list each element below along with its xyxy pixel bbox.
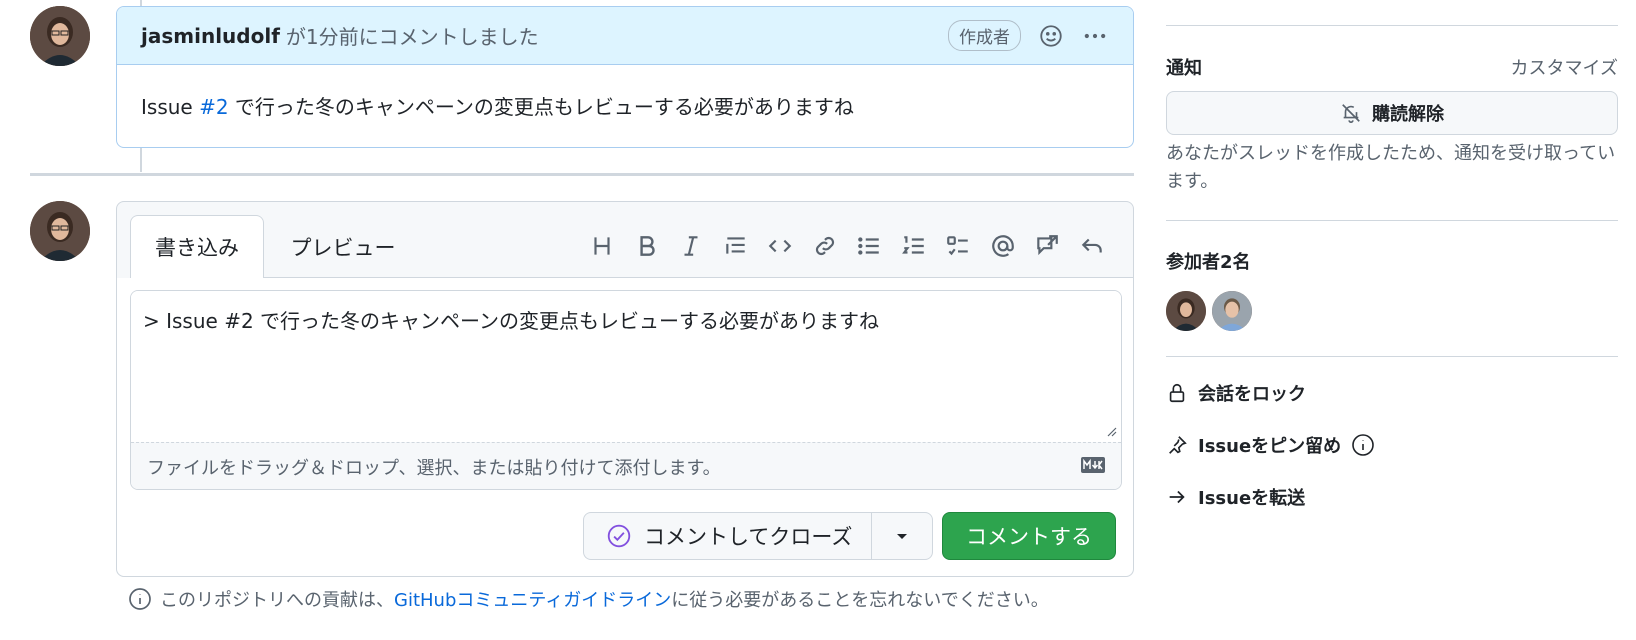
comment-card: jasminludolf が1分前にコメントしました 作成者 Issue #2 … xyxy=(116,6,1134,148)
comment-body: Issue #2 で行った冬のキャンペーンの変更点もレビューする必要がありますね xyxy=(117,65,1133,146)
check-circle-icon xyxy=(607,524,631,548)
lock-conversation[interactable]: 会話をロック xyxy=(1166,380,1306,406)
transfer-issue[interactable]: Issueを転送 xyxy=(1166,484,1305,510)
notification-reason: あなたがスレッドを作成したため、通知を受け取っています。 xyxy=(1166,143,1616,192)
transfer-label: Issueを転送 xyxy=(1198,488,1306,509)
participants-title: 参加者2名 xyxy=(1166,252,1251,273)
unsubscribe-button[interactable]: 購読解除 xyxy=(1166,91,1618,135)
lock-icon xyxy=(1169,383,1185,403)
reply-icon[interactable] xyxy=(1070,228,1115,264)
customize-link[interactable]: カスタマイズ xyxy=(1511,54,1618,80)
author-badge: 作成者 xyxy=(948,20,1021,51)
close-with-comment-button[interactable]: コメントしてクローズ xyxy=(583,512,871,560)
guideline-link[interactable]: GitHubコミュニティガイドライン xyxy=(394,590,671,611)
reference-icon[interactable] xyxy=(1025,228,1070,264)
link-icon[interactable] xyxy=(803,228,848,264)
unsubscribe-label: 購読解除 xyxy=(1372,104,1444,125)
avatar-image xyxy=(1166,291,1206,331)
markdown-icon[interactable] xyxy=(1081,456,1105,478)
comment-timestamp: が1分前にコメントしました xyxy=(285,25,539,49)
numbered-list-icon[interactable] xyxy=(892,228,937,264)
tab-write[interactable]: 書き込み xyxy=(130,215,264,278)
avatar-image xyxy=(30,6,90,66)
guideline-prefix: このリポジトリへの貢献は、 xyxy=(160,590,394,611)
attach-bar[interactable]: ファイルをドラッグ＆ドロップ、選択、または貼り付けて添付します。 xyxy=(131,442,1121,489)
bullet-list-icon[interactable] xyxy=(847,228,892,264)
italic-icon[interactable] xyxy=(669,228,714,264)
sidebar-divider xyxy=(1166,25,1618,26)
comment-header: jasminludolf が1分前にコメントしました 作成者 xyxy=(117,7,1133,65)
guideline-note: このリポジトリへの貢献は、GitHubコミュニティガイドラインに従う必要があるこ… xyxy=(128,586,1049,612)
avatar[interactable] xyxy=(30,6,90,66)
sidebar-divider xyxy=(1166,356,1618,357)
more-options-icon[interactable] xyxy=(1081,22,1109,50)
pin-issue[interactable]: Issueをピン留め xyxy=(1166,432,1375,458)
resize-grip-icon[interactable] xyxy=(1105,425,1117,437)
participant-avatar[interactable] xyxy=(1166,291,1206,331)
bell-slash-icon xyxy=(1342,104,1360,123)
info-icon[interactable] xyxy=(1351,433,1375,457)
comment-author[interactable]: jasminludolf xyxy=(141,24,280,48)
close-options-button[interactable] xyxy=(871,512,933,560)
caret-down-icon xyxy=(897,534,907,539)
bold-icon[interactable] xyxy=(625,228,670,264)
avatar[interactable] xyxy=(30,201,90,261)
attach-hint: ファイルをドラッグ＆ドロップ、選択、または貼り付けて添付します。 xyxy=(147,458,721,479)
markdown-toolbar xyxy=(580,228,1114,264)
close-button-label: コメントしてクローズ xyxy=(644,525,853,549)
quote-icon[interactable] xyxy=(714,228,759,264)
info-icon xyxy=(129,588,151,610)
timeline-separator xyxy=(30,173,1134,176)
issue-ref-link[interactable]: #2 xyxy=(199,95,228,119)
mention-icon[interactable] xyxy=(981,228,1026,264)
notifications-title: 通知 xyxy=(1166,58,1202,79)
guideline-suffix: に従う必要があることを忘れないでください。 xyxy=(671,590,1049,611)
heading-icon[interactable] xyxy=(580,228,625,264)
comment-editor: ファイルをドラッグ＆ドロップ、選択、または貼り付けて添付します。 xyxy=(130,290,1122,490)
reaction-icon[interactable] xyxy=(1037,22,1065,50)
task-list-icon[interactable] xyxy=(936,228,981,264)
comment-body-prefix: Issue xyxy=(141,95,193,119)
code-icon[interactable] xyxy=(758,228,803,264)
avatar-image xyxy=(30,201,90,261)
tab-preview[interactable]: プレビュー xyxy=(268,215,418,278)
arrow-right-icon xyxy=(1169,490,1185,504)
comment-textarea[interactable] xyxy=(131,291,1121,442)
avatar-image xyxy=(1212,291,1252,331)
pin-label: Issueをピン留め xyxy=(1198,436,1342,457)
comment-button[interactable]: コメントする xyxy=(942,512,1116,560)
lock-label: 会話をロック xyxy=(1198,384,1306,405)
participant-avatar[interactable] xyxy=(1212,291,1252,331)
pin-icon xyxy=(1169,436,1187,454)
sidebar-divider xyxy=(1166,220,1618,221)
comment-body-text: で行った冬のキャンペーンの変更点もレビューする必要がありますね xyxy=(234,95,854,119)
